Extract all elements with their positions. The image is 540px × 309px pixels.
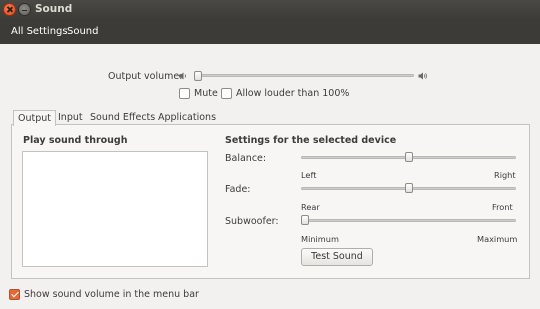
fade-slider-handle[interactable] bbox=[404, 183, 413, 193]
tab-output[interactable]: Output bbox=[13, 110, 56, 126]
output-volume-slider-handle[interactable] bbox=[194, 71, 202, 81]
mute-checkbox[interactable] bbox=[179, 88, 190, 99]
balance-min-label: Left bbox=[301, 170, 317, 180]
fade-max-label: Front bbox=[492, 202, 513, 212]
speaker-low-icon bbox=[179, 72, 186, 80]
fade-label: Fade: bbox=[225, 184, 251, 195]
breadcrumb-sound[interactable]: Sound bbox=[67, 26, 99, 37]
close-icon[interactable] bbox=[3, 3, 16, 16]
fade-min-label: Rear bbox=[301, 202, 320, 212]
balance-slider-handle[interactable] bbox=[404, 152, 413, 162]
minimize-icon[interactable] bbox=[18, 3, 31, 16]
subwoofer-max-label: Maximum bbox=[477, 234, 518, 244]
tab-input[interactable]: Input bbox=[54, 110, 87, 125]
balance-label: Balance: bbox=[225, 153, 267, 164]
play-sound-through-title: Play sound through bbox=[23, 135, 128, 146]
output-volume-label: Output volume: bbox=[108, 71, 183, 82]
balance-max-label: Right bbox=[494, 170, 516, 180]
tab-sound-effects[interactable]: Sound Effects bbox=[86, 110, 159, 125]
breadcrumb: All Settings Sound bbox=[0, 20, 540, 44]
allow-louder-label: Allow louder than 100% bbox=[236, 88, 350, 99]
output-volume-slider[interactable] bbox=[194, 74, 414, 77]
subwoofer-min-label: Minimum bbox=[301, 234, 339, 244]
subwoofer-slider-handle[interactable] bbox=[301, 215, 309, 225]
subwoofer-label: Subwoofer: bbox=[225, 216, 279, 227]
allow-louder-checkbox[interactable] bbox=[221, 88, 232, 99]
tab-applications[interactable]: Applications bbox=[154, 110, 220, 125]
mute-label: Mute bbox=[194, 88, 218, 99]
test-sound-button[interactable]: Test Sound bbox=[301, 248, 373, 266]
title-bar: Sound bbox=[0, 0, 540, 20]
device-settings-title: Settings for the selected device bbox=[225, 135, 397, 146]
show-volume-checkbox[interactable] bbox=[9, 289, 20, 300]
breadcrumb-all-settings[interactable]: All Settings bbox=[11, 26, 68, 37]
show-volume-label: Show sound volume in the menu bar bbox=[24, 289, 199, 300]
speaker-high-icon bbox=[418, 72, 427, 80]
window-title: Sound bbox=[35, 3, 73, 15]
subwoofer-slider[interactable] bbox=[301, 219, 516, 222]
device-list[interactable] bbox=[22, 151, 208, 267]
